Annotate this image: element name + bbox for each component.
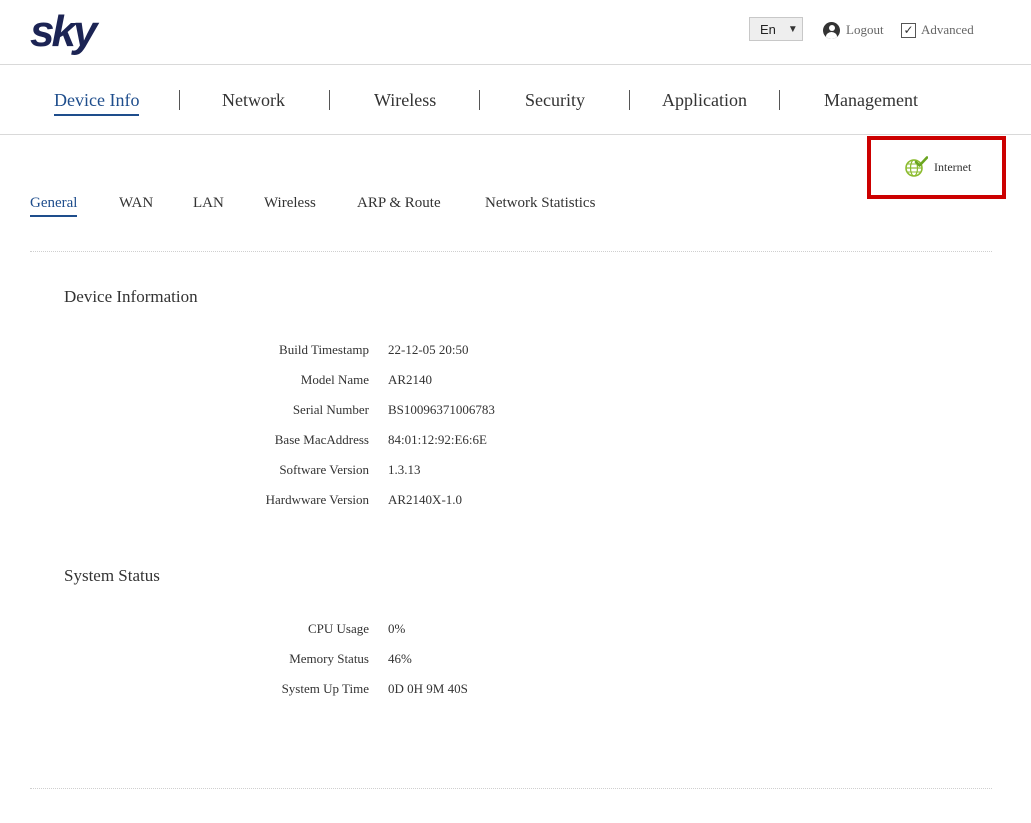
nav-item-network[interactable]: Network [222,90,285,116]
status-label: Memory Status [289,651,369,666]
advanced-checkbox[interactable]: ✓ [901,22,916,38]
logout-link[interactable]: Logout [823,20,884,40]
device-information-title: Device Information [64,287,198,306]
nav-divider [0,134,1031,135]
tab-wan[interactable]: WAN [119,195,153,217]
status-label: System Up Time [281,681,369,696]
tab-arp-route[interactable]: ARP & Route [357,195,441,217]
main-nav: Device Info Network Wireless Security Ap… [0,65,1031,135]
logout-label: Logout [846,22,884,37]
status-label: CPU Usage [307,621,369,636]
nav-separator [779,90,780,110]
top-header: sky En ▼ Logout ✓ Advanced [0,0,1031,64]
tab-general[interactable]: General [30,195,78,217]
status-value: 46% [388,651,412,666]
section-divider [30,251,992,252]
info-label: Build Timestamp [279,342,369,357]
sky-logo[interactable]: sky [30,10,97,54]
tab-network-statistics[interactable]: Network Statistics [485,195,595,217]
internet-status[interactable]: Internet [904,156,971,178]
footer-divider [30,788,992,789]
info-value: 84:01:12:92:E6:6E [388,432,487,447]
tab-lan[interactable]: LAN [193,195,224,217]
info-label: Model Name [300,372,369,387]
checkmark-icon: ✓ [903,23,914,37]
status-value: 0D 0H 9M 40S [388,681,468,696]
info-value: AR2140X-1.0 [388,492,463,507]
nav-item-device-info[interactable]: Device Info [54,90,140,116]
language-select[interactable]: En ▼ [749,17,803,41]
nav-separator [479,90,480,110]
info-label: Serial Number [292,402,369,417]
nav-item-security[interactable]: Security [525,90,585,116]
nav-separator [179,90,180,110]
info-value: 22-12-05 20:50 [388,342,469,357]
system-status-title: System Status [64,566,160,585]
user-icon [823,21,840,39]
status-value: 0% [388,621,406,636]
globe-check-icon [905,156,928,177]
info-value: BS10096371006783 [388,402,495,417]
nav-item-wireless[interactable]: Wireless [374,90,436,116]
tab-wireless[interactable]: Wireless [264,195,316,217]
advanced-label: Advanced [921,22,974,37]
advanced-toggle[interactable]: ✓ Advanced [901,20,974,40]
info-label: Hardwware Version [265,492,369,507]
chevron-down-icon: ▼ [787,23,798,35]
nav-separator [629,90,630,110]
info-label: Software Version [279,462,369,477]
info-label: Base MacAddress [274,432,369,447]
nav-separator [329,90,330,110]
nav-item-application[interactable]: Application [662,90,747,116]
info-value: AR2140 [388,372,433,387]
language-select-value: En [760,21,776,37]
nav-item-management[interactable]: Management [824,90,918,116]
internet-status-label: Internet [934,159,972,174]
info-value: 1.3.13 [388,462,421,477]
